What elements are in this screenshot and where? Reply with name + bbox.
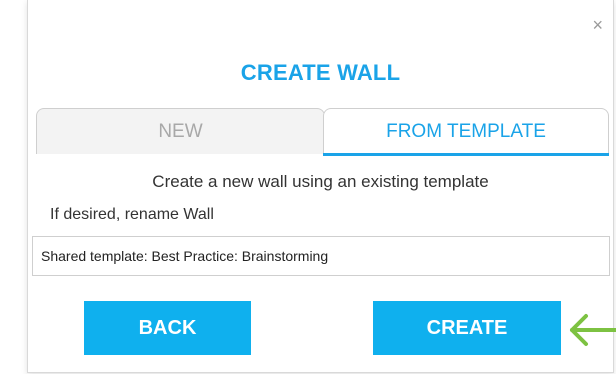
rename-label: If desired, rename Wall (50, 206, 214, 223)
back-button[interactable]: BACK (84, 301, 251, 355)
close-icon[interactable]: × (592, 16, 603, 34)
screen: × CREATE WALL NEW FROM TEMPLATE Create a… (0, 0, 616, 374)
dialog-title: CREATE WALL (240, 60, 401, 85)
create-wall-dialog: × CREATE WALL NEW FROM TEMPLATE Create a… (27, 0, 614, 373)
wall-name-input[interactable] (32, 236, 610, 276)
tab-bar: NEW FROM TEMPLATE (36, 108, 609, 156)
tab-new[interactable]: NEW (36, 108, 325, 154)
tab-from-template[interactable]: FROM TEMPLATE (323, 108, 609, 154)
create-button[interactable]: CREATE (373, 301, 561, 355)
arrow-left-icon (570, 314, 616, 346)
description-text: Create a new wall using an existing temp… (152, 172, 489, 191)
active-tab-indicator (323, 153, 609, 156)
